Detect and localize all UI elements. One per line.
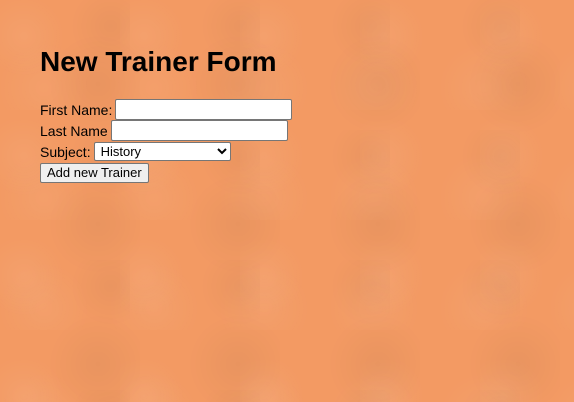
add-new-trainer-button[interactable]: Add new Trainer	[40, 162, 149, 183]
subject-select[interactable]: History	[93, 142, 231, 161]
subject-label: Subject:	[40, 143, 91, 160]
page-title: New Trainer Form	[40, 46, 277, 77]
new-trainer-form: First Name: Last Name Subject: History A…	[40, 99, 340, 183]
first-name-row: First Name:	[40, 99, 340, 120]
first-name-label: First Name:	[40, 101, 113, 118]
last-name-label: Last Name	[40, 122, 108, 139]
first-name-input[interactable]	[115, 99, 293, 120]
last-name-input[interactable]	[110, 120, 288, 141]
subject-row: Subject: History	[40, 141, 340, 162]
submit-row: Add new Trainer	[40, 162, 340, 183]
last-name-row: Last Name	[40, 120, 340, 141]
